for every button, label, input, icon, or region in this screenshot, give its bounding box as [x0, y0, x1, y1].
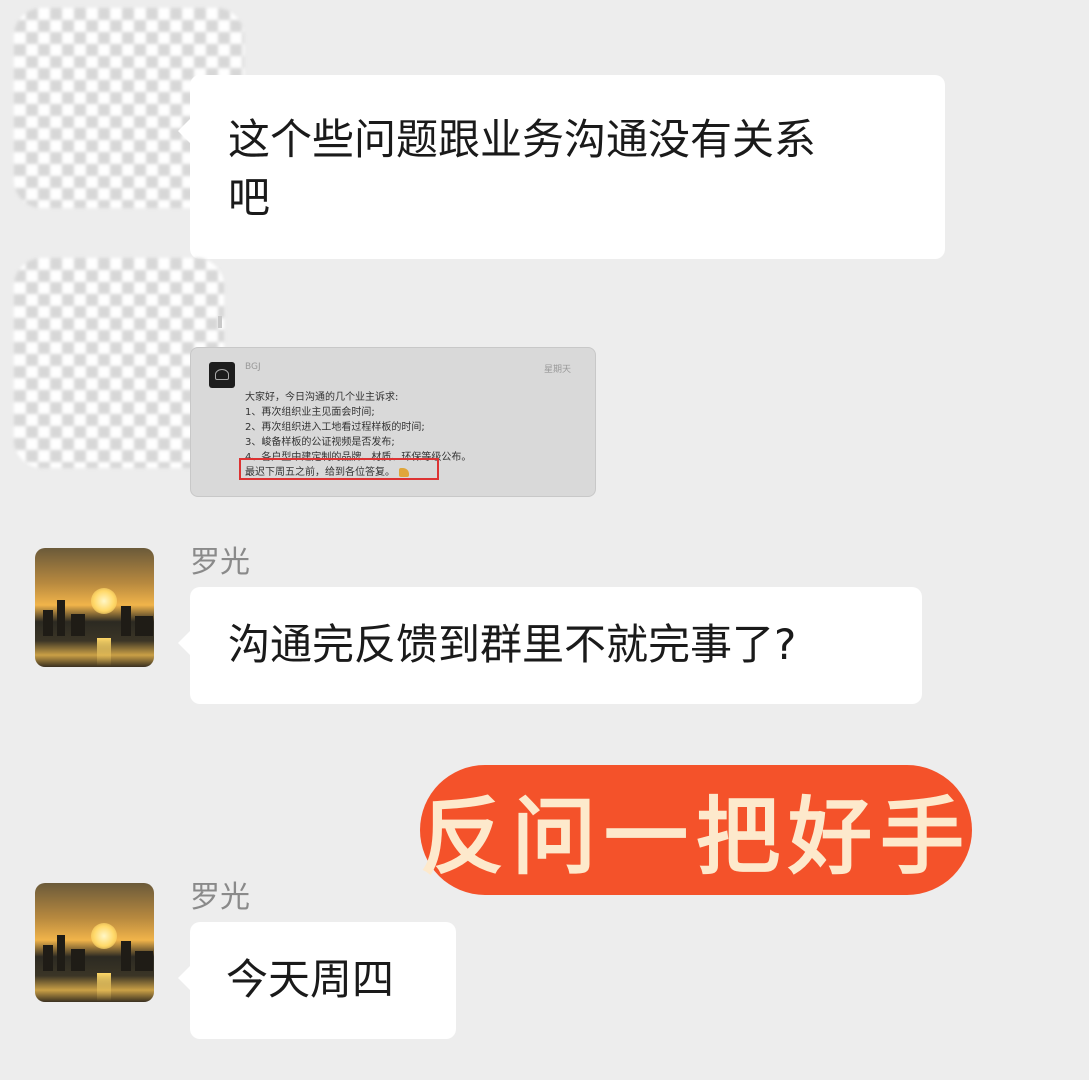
red-highlight-box	[239, 458, 439, 480]
sender-name: 罗光	[190, 545, 250, 580]
sticker-overlay: 反问一把好手	[420, 765, 972, 895]
sender-name-fragment	[218, 316, 222, 328]
image-text-line: 1、再次组织业主见面会时间;	[245, 407, 375, 418]
avatar-sunset[interactable]	[35, 548, 154, 667]
message-text-line-2: 吧	[228, 173, 271, 222]
skyline-graphic	[35, 931, 154, 971]
avatar-sunset[interactable]	[35, 883, 154, 1002]
sender-name: 罗光	[190, 880, 250, 915]
message-text: 今天周四	[226, 955, 395, 1004]
message-text-line-1: 这个些问题跟业务沟通没有关系	[228, 115, 817, 164]
image-text-line: 大家好，今日沟通的几个业主诉求:	[245, 392, 399, 403]
image-sender-name: BGJ	[245, 362, 261, 372]
image-date: 星期天	[543, 365, 571, 375]
message-bubble[interactable]: 今天周四	[178, 922, 456, 1039]
message-text: 沟通完反馈到群里不就完事了?	[228, 620, 797, 669]
message-bubble[interactable]: 沟通完反馈到群里不就完事了?	[178, 587, 922, 704]
image-message[interactable]: BGJ 星期天 大家好，今日沟通的几个业主诉求: 1、再次组织业主见面会时间; …	[190, 347, 596, 497]
image-text-line: 2、再次组织进入工地看过程样板的时间;	[245, 422, 425, 433]
message-bubble[interactable]: 这个些问题跟业务沟通没有关系 吧	[178, 75, 945, 259]
group-logo-icon	[209, 362, 235, 388]
sticker-text: 反问一把好手	[420, 786, 973, 886]
skyline-graphic	[35, 596, 154, 636]
reflection-graphic	[97, 973, 111, 1001]
reflection-graphic	[97, 638, 111, 666]
image-text-line: 3、峻备样板的公证视频是否发布;	[245, 437, 395, 448]
